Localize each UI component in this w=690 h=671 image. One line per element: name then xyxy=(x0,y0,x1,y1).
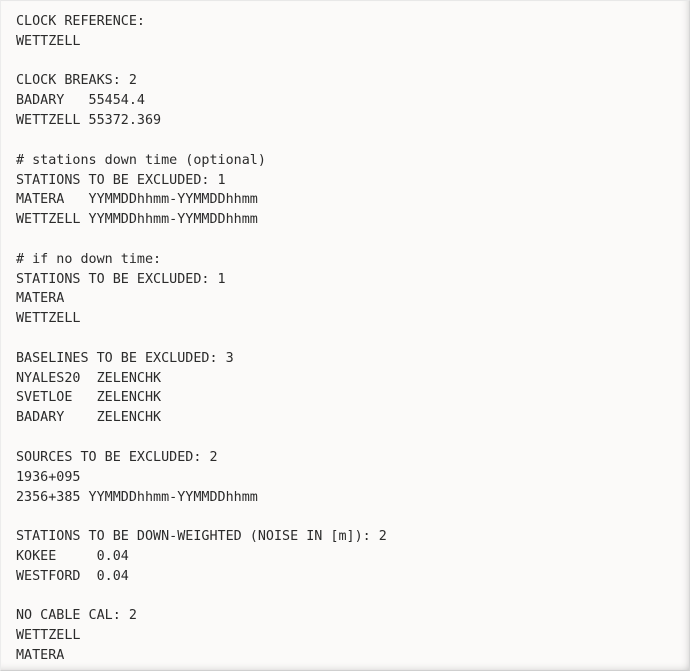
config-line: 2356+385 YYMMDDhhmm-YYMMDDhhmm xyxy=(16,489,258,505)
config-line: # stations down time (optional) xyxy=(16,152,266,168)
config-line: NYALES20 ZELENCHK xyxy=(16,370,162,386)
config-file-text[interactable]: CLOCK REFERENCE: WETTZELL CLOCK BREAKS: 2… xyxy=(16,12,689,666)
config-line: NO CABLE CAL: 2 xyxy=(16,608,137,624)
config-line: WETTZELL YYMMDDhhmm-YYMMDDhhmm xyxy=(16,212,258,228)
config-file-panel: CLOCK REFERENCE: WETTZELL CLOCK BREAKS: 2… xyxy=(0,0,690,671)
config-line: WETTZELL 55372.369 xyxy=(16,113,162,129)
config-line: MATERA xyxy=(16,648,65,663)
config-line: CLOCK BREAKS: 2 xyxy=(16,73,137,89)
config-line: WETTZELL xyxy=(16,628,81,644)
config-line: KOKEE 0.04 xyxy=(16,548,129,564)
config-line: STATIONS TO BE DOWN-WEIGHTED (NOISE IN [… xyxy=(16,529,387,545)
config-line: SOURCES TO BE EXCLUDED: 2 xyxy=(16,449,218,465)
config-line: WETTZELL xyxy=(16,33,81,49)
config-line: CLOCK REFERENCE: xyxy=(16,14,145,29)
config-line: BASELINES TO BE EXCLUDED: 3 xyxy=(16,350,234,366)
config-line: 1936+095 xyxy=(16,469,81,485)
config-line: MATERA xyxy=(16,291,65,307)
config-line: STATIONS TO BE EXCLUDED: 1 xyxy=(16,172,226,188)
config-line: BADARY ZELENCHK xyxy=(16,410,162,426)
config-line: STATIONS TO BE EXCLUDED: 1 xyxy=(16,271,226,287)
config-line: MATERA YYMMDDhhmm-YYMMDDhhmm xyxy=(16,192,258,208)
config-line: BADARY 55454.4 xyxy=(16,93,145,109)
config-line: WESTFORD 0.04 xyxy=(16,568,129,584)
config-line: WETTZELL xyxy=(16,311,81,327)
config-line: # if no down time: xyxy=(16,251,162,267)
config-line: SVETLOE ZELENCHK xyxy=(16,390,162,406)
